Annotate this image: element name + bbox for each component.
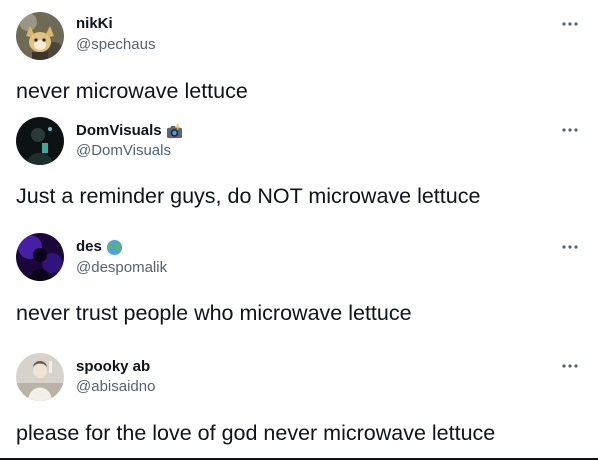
avatar[interactable] bbox=[16, 12, 64, 60]
user-handle[interactable]: @despomalik bbox=[76, 259, 167, 277]
tweet-text: never trust people who microwave lettuce bbox=[16, 301, 412, 325]
display-name[interactable]: DomVisuals bbox=[76, 122, 162, 140]
display-name[interactable]: nikKi bbox=[76, 15, 113, 33]
avatar[interactable] bbox=[16, 353, 64, 401]
tweet-card-4[interactable]: spooky ab @abisaidno please for the love… bbox=[0, 350, 598, 460]
display-name-row[interactable]: spooky ab bbox=[76, 358, 150, 376]
tweet-card-1[interactable]: nikKi @spechaus never microwave lettuce bbox=[0, 0, 598, 112]
more-options-icon[interactable] bbox=[558, 15, 582, 33]
display-name-row[interactable]: DomVisuals bbox=[76, 122, 183, 140]
display-name[interactable]: spooky ab bbox=[76, 358, 150, 376]
light-portrait-avatar-icon bbox=[16, 353, 64, 401]
more-options-icon[interactable] bbox=[558, 238, 582, 256]
tweet-card-2[interactable]: DomVisuals @DomVisuals Just a reminder g… bbox=[0, 112, 598, 230]
avatar[interactable] bbox=[16, 117, 64, 165]
user-handle[interactable]: @spechaus bbox=[76, 36, 155, 54]
user-handle[interactable]: @DomVisuals bbox=[76, 142, 171, 160]
display-name-row[interactable]: des bbox=[76, 238, 123, 256]
display-name[interactable]: des bbox=[76, 238, 102, 256]
camera-flash-emoji-icon bbox=[166, 123, 183, 140]
user-handle[interactable]: @abisaidno bbox=[76, 378, 155, 396]
tweet-card-3[interactable]: des @despomalik never trust people who m… bbox=[0, 230, 598, 350]
purple-portrait-avatar-icon bbox=[16, 233, 64, 281]
globe-emoji-icon bbox=[106, 239, 123, 256]
more-options-icon[interactable] bbox=[558, 121, 582, 139]
tweet-text: never microwave lettuce bbox=[16, 79, 248, 103]
tweet-text: Just a reminder guys, do NOT microwave l… bbox=[16, 184, 481, 208]
cat-avatar-icon bbox=[16, 12, 64, 60]
tweet-text: please for the love of god never microwa… bbox=[16, 421, 496, 445]
display-name-row[interactable]: nikKi bbox=[76, 15, 113, 33]
more-options-icon[interactable] bbox=[558, 357, 582, 375]
avatar[interactable] bbox=[16, 233, 64, 281]
dark-portrait-avatar-icon bbox=[16, 117, 64, 165]
